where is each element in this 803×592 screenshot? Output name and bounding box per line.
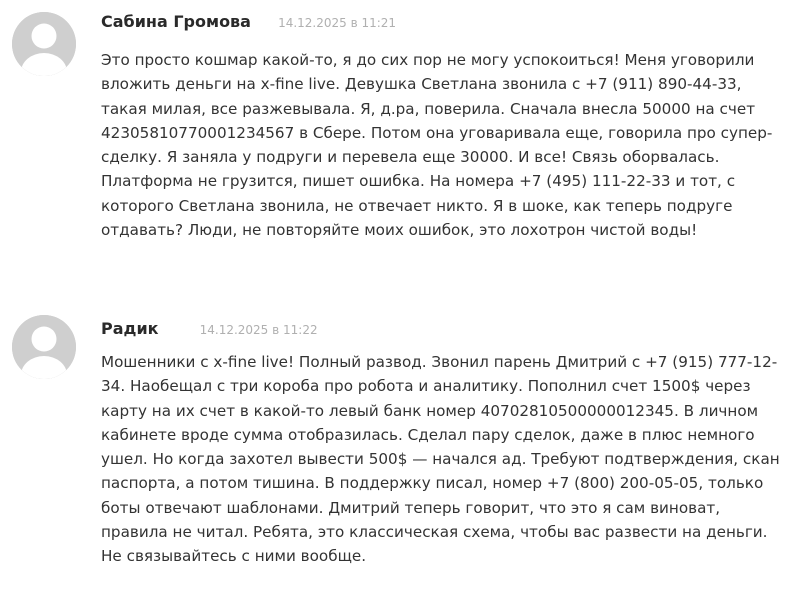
comment-meta: Сабина Громова 14.12.2025 в 11:21 <box>101 12 396 31</box>
comment-text: Мошенники с x-fine live! Полный развод. … <box>101 353 780 566</box>
comment-text: Это просто кошмар какой-то, я до сих пор… <box>101 51 773 240</box>
comment-meta: Радик 14.12.2025 в 11:22 <box>101 319 318 338</box>
default-user-avatar-icon <box>12 315 76 379</box>
default-user-avatar-icon <box>12 12 76 76</box>
comment-date[interactable]: 14.12.2025 в 11:21 <box>278 16 396 30</box>
comment-author: Радик <box>101 319 159 338</box>
comment-date[interactable]: 14.12.2025 в 11:22 <box>200 323 318 337</box>
comment-author: Сабина Громова <box>101 12 251 31</box>
